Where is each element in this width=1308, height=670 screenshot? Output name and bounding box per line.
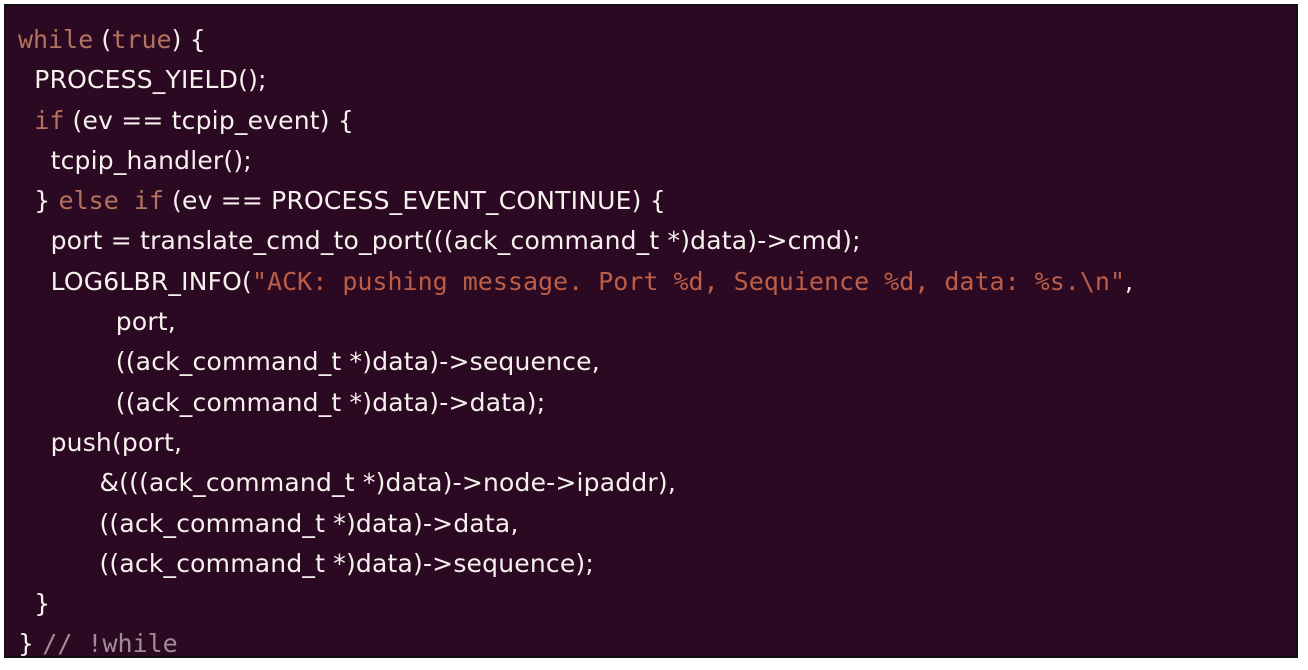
code-text-token: ((ack_command_t *)data)->sequence, — [18, 347, 600, 377]
code-text-token: ) { — [171, 25, 206, 54]
string-literal-token: "ACK: pushing message. Port %d, Sequienc… — [252, 266, 1125, 296]
code-text-token: &(((ack_command_t *)data)->node->ipaddr)… — [18, 468, 676, 498]
code-line: } — [18, 584, 1133, 624]
code-line: push(port, — [18, 423, 1133, 463]
code-line: port = translate_cmd_to_port(((ack_comma… — [18, 221, 1133, 261]
code-text-token: port = translate_cmd_to_port(((ack_comma… — [18, 226, 861, 256]
code-line: while (true) { — [18, 20, 1133, 60]
code-text-token: port, — [18, 307, 176, 337]
code-line: } // !while — [18, 624, 1133, 658]
code-line: port, — [18, 302, 1133, 342]
comment-token: // !while — [42, 629, 178, 658]
code-text-token: tcpip_handler(); — [18, 145, 252, 175]
code-line: PROCESS_YIELD(); — [18, 60, 1133, 100]
code-line: if (ev == tcpip_event) { — [18, 101, 1133, 141]
code-line: tcpip_handler(); — [18, 141, 1133, 181]
code-text-token: push(port, — [18, 427, 183, 457]
keyword-token: while — [18, 25, 94, 54]
code-text-token: , — [1125, 266, 1134, 296]
code-text-token: PROCESS_YIELD(); — [18, 65, 267, 95]
code-text-token: } — [18, 186, 59, 216]
code-line: ((ack_command_t *)data)->sequence, — [18, 342, 1133, 382]
code-text-token: ((ack_command_t *)data)->sequence); — [18, 548, 594, 578]
code-line: ((ack_command_t *)data)->data); — [18, 383, 1133, 423]
code-text-token: ( — [93, 25, 112, 54]
code-text-token: ((ack_command_t *)data)->data); — [18, 387, 546, 417]
code-line: &(((ack_command_t *)data)->node->ipaddr)… — [18, 463, 1133, 503]
keyword-token: if — [34, 105, 65, 135]
code-line: ((ack_command_t *)data)->data, — [18, 504, 1133, 544]
code-text-token: } — [18, 589, 51, 619]
keyword-token: else if — [58, 186, 164, 216]
code-text-token: LOG6LBR_INFO( — [18, 266, 253, 296]
code-text-token: ((ack_command_t *)data)->data, — [18, 508, 519, 538]
code-text-token: (ev == PROCESS_EVENT_CONTINUE) { — [163, 186, 666, 216]
code-editor[interactable]: while (true) { PROCESS_YIELD(); if (ev =… — [4, 4, 1298, 658]
code-line: } else if (ev == PROCESS_EVENT_CONTINUE)… — [18, 181, 1133, 221]
keyword-token: true — [111, 25, 172, 54]
code-text-token: (ev == tcpip_event) { — [64, 105, 355, 135]
code-line: LOG6LBR_INFO("ACK: pushing message. Port… — [18, 262, 1133, 302]
code-block: while (true) { PROCESS_YIELD(); if (ev =… — [18, 20, 1133, 658]
code-line: ((ack_command_t *)data)->sequence); — [18, 544, 1133, 584]
code-text-token: } — [18, 629, 43, 658]
